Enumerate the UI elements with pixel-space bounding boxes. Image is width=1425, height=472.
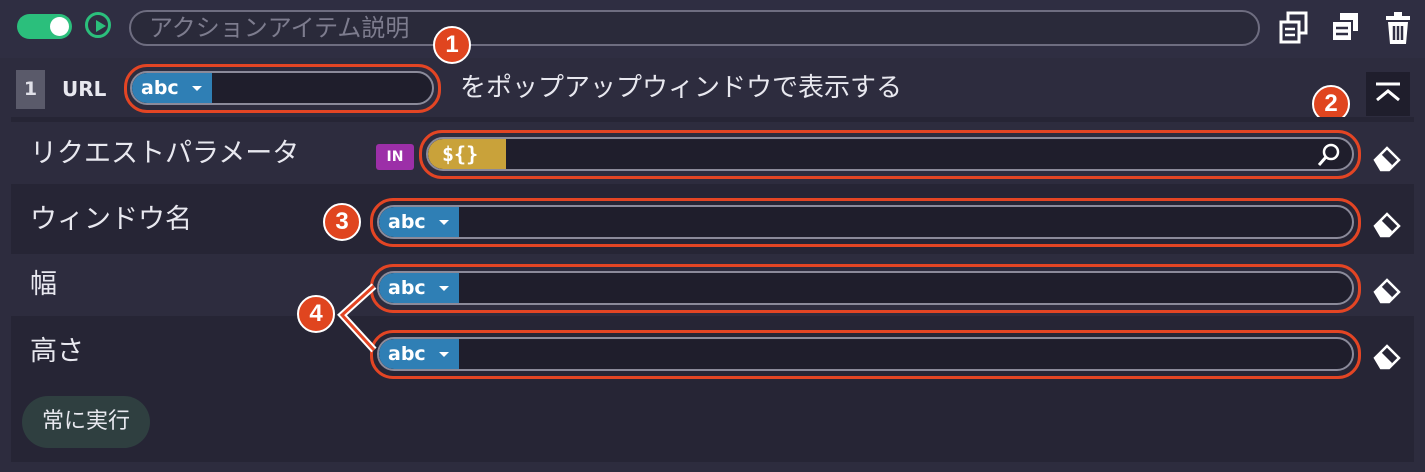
url-label: URL [62,77,107,101]
eraser-icon[interactable] [1372,209,1402,239]
window-name-type-selector[interactable]: abc [379,207,459,237]
enable-toggle[interactable] [17,14,72,39]
action-description-input[interactable] [129,10,1260,46]
chevron-down-icon [439,220,449,225]
toggle-knob [50,17,69,36]
always-run-button[interactable]: 常に実行 [22,396,150,448]
template-type-selector[interactable]: ${} [428,139,506,169]
height-type-label: abc [388,343,426,365]
url-suffix-text: をポップアップウィンドウで表示する [460,73,903,103]
width-type-selector[interactable]: abc [379,273,459,303]
collapse-button[interactable] [1366,72,1410,116]
request-param-field[interactable]: ${} [426,137,1354,171]
duplicate-icon[interactable] [1328,10,1362,46]
window-name-field[interactable]: abc [377,205,1354,239]
popup-action-editor: 1 URL abc 1 をポップアップウィンドウで表示する 2 リクエストパラメ… [0,0,1425,472]
chevron-down-icon [439,352,449,357]
annotation-badge-3: 3 [323,203,361,241]
annotation-bracket [337,283,377,353]
width-type-label: abc [388,277,426,299]
collapse-up-icon [1376,82,1400,102]
height-type-selector[interactable]: abc [379,339,459,369]
annotation-badge-4: 4 [297,295,335,333]
width-field[interactable]: abc [377,271,1354,305]
annotation-badge-1: 1 [433,26,471,64]
step-number: 1 [16,70,45,109]
trash-icon[interactable] [1381,10,1415,46]
in-badge: IN [376,144,414,170]
search-icon[interactable] [1316,142,1342,168]
eraser-icon[interactable] [1372,341,1402,371]
param-label-width: 幅 [30,269,57,300]
copy-icon[interactable] [1277,10,1311,46]
eraser-icon[interactable] [1372,143,1402,173]
url-field[interactable]: abc [130,71,434,105]
param-label-request: リクエストパラメータ [30,138,300,169]
window-name-type-label: abc [388,211,426,233]
param-label-window-name: ウィンドウ名 [30,204,192,235]
url-type-selector[interactable]: abc [132,73,212,103]
eraser-icon[interactable] [1372,275,1402,305]
play-icon[interactable] [85,12,111,38]
chevron-down-icon [192,86,202,91]
param-label-height: 高さ [30,336,84,367]
chevron-down-icon [439,286,449,291]
height-field[interactable]: abc [377,337,1354,371]
url-type-label: abc [141,77,179,99]
